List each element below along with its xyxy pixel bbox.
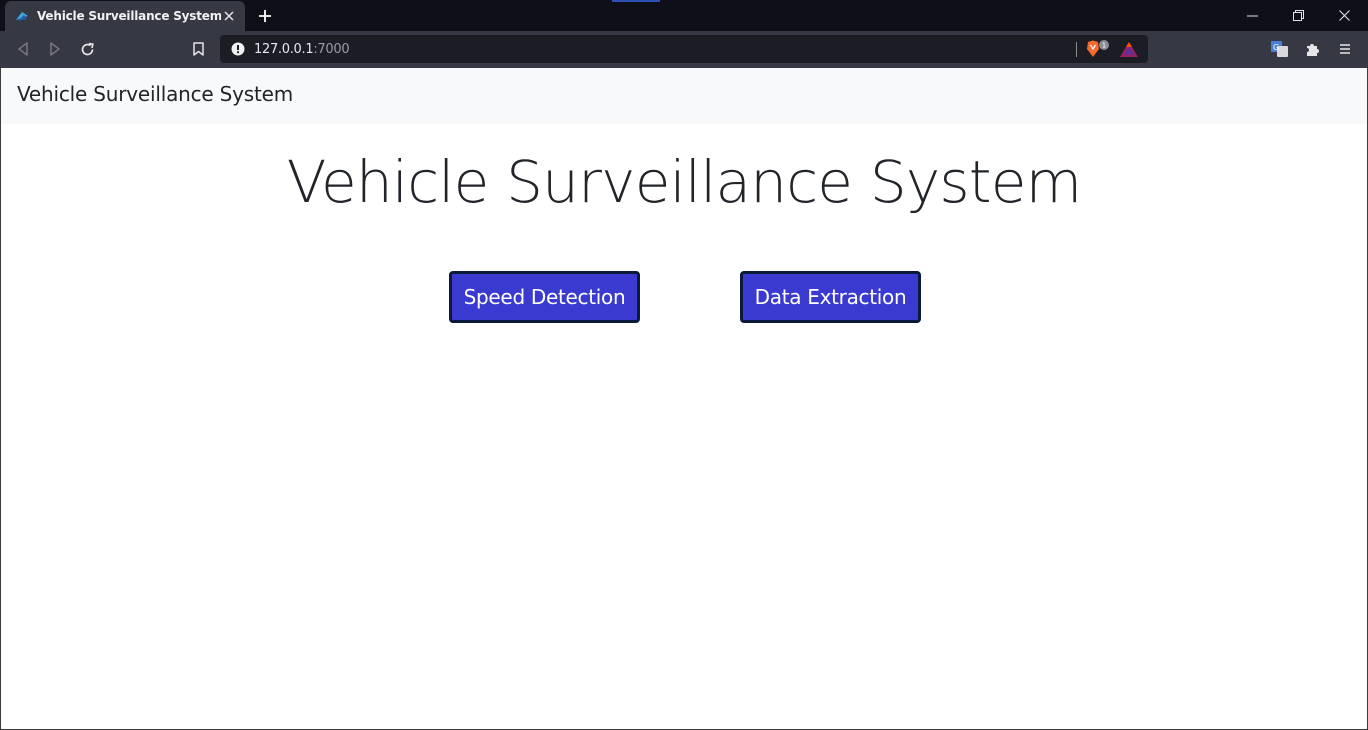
close-window-icon[interactable] xyxy=(1321,0,1367,31)
page-title: Vehicle Surveillance System xyxy=(286,148,1082,216)
svg-text:G: G xyxy=(1273,43,1279,52)
brave-shield-icon[interactable]: 1 xyxy=(1086,40,1110,58)
restore-icon[interactable] xyxy=(1275,0,1321,31)
navbar-brand-link[interactable]: Vehicle Surveillance System xyxy=(17,82,293,106)
menu-icon[interactable] xyxy=(1333,37,1357,61)
site-navbar: Vehicle Surveillance System xyxy=(1,68,1367,124)
new-tab-icon[interactable] xyxy=(255,6,275,26)
browser-titlebar: Vehicle Surveillance System xyxy=(0,0,1368,31)
brave-rewards-icon[interactable] xyxy=(1119,41,1139,58)
forward-icon[interactable] xyxy=(43,37,67,61)
address-bar-divider xyxy=(1076,42,1077,57)
browser-tab[interactable]: Vehicle Surveillance System xyxy=(5,1,245,31)
url-text[interactable]: 127.0.0.1:7000 xyxy=(254,41,350,57)
shield-badge-count: 1 xyxy=(1102,42,1106,50)
minimize-icon[interactable] xyxy=(1229,0,1275,31)
titlebar-accent xyxy=(612,0,660,2)
page-viewport: Vehicle Surveillance System Vehicle Surv… xyxy=(0,68,1368,730)
reload-icon[interactable] xyxy=(75,37,99,61)
data-extraction-button[interactable]: Data Extraction xyxy=(740,271,921,323)
back-icon[interactable] xyxy=(11,37,35,61)
address-bar[interactable]: 127.0.0.1:7000 1 xyxy=(220,35,1148,63)
speed-detection-button[interactable]: Speed Detection xyxy=(449,271,640,323)
bookmark-icon[interactable] xyxy=(186,37,210,61)
tab-close-icon[interactable] xyxy=(221,8,237,24)
translate-icon[interactable]: G xyxy=(1268,37,1292,61)
url-port: :7000 xyxy=(313,41,350,57)
tab-title: Vehicle Surveillance System xyxy=(37,9,221,23)
site-info-icon[interactable] xyxy=(231,42,245,56)
extensions-icon[interactable] xyxy=(1301,37,1325,61)
site-favicon-icon xyxy=(15,9,29,23)
url-host: 127.0.0.1 xyxy=(254,41,314,57)
